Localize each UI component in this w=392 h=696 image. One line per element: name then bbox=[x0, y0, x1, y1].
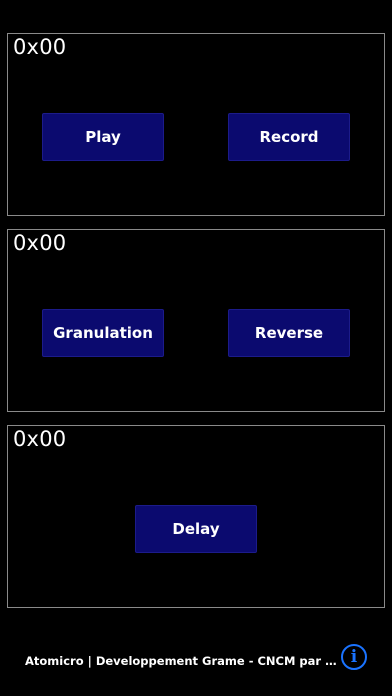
record-button[interactable]: Record bbox=[228, 113, 350, 161]
effect-panel-3: 0x00 Delay bbox=[7, 425, 385, 608]
panel-1-code: 0x00 bbox=[13, 35, 67, 59]
info-icon: i bbox=[350, 646, 358, 667]
info-button[interactable]: i bbox=[341, 644, 367, 670]
effect-panel-1: 0x00 Play Record bbox=[7, 33, 385, 216]
footer-bar: Atomicro | Developpement Grame - CNCM pa… bbox=[0, 640, 392, 684]
reverse-button[interactable]: Reverse bbox=[228, 309, 350, 357]
panel-3-code: 0x00 bbox=[13, 427, 67, 451]
credits-text: Atomicro | Developpement Grame - CNCM pa… bbox=[25, 654, 337, 668]
granulation-button[interactable]: Granulation bbox=[42, 309, 164, 357]
panel-2-code: 0x00 bbox=[13, 231, 67, 255]
effect-panel-2: 0x00 Granulation Reverse bbox=[7, 229, 385, 412]
play-button[interactable]: Play bbox=[42, 113, 164, 161]
delay-button[interactable]: Delay bbox=[135, 505, 257, 553]
app-screen: 0x00 Play Record 0x00 Granulation Revers… bbox=[0, 0, 392, 696]
